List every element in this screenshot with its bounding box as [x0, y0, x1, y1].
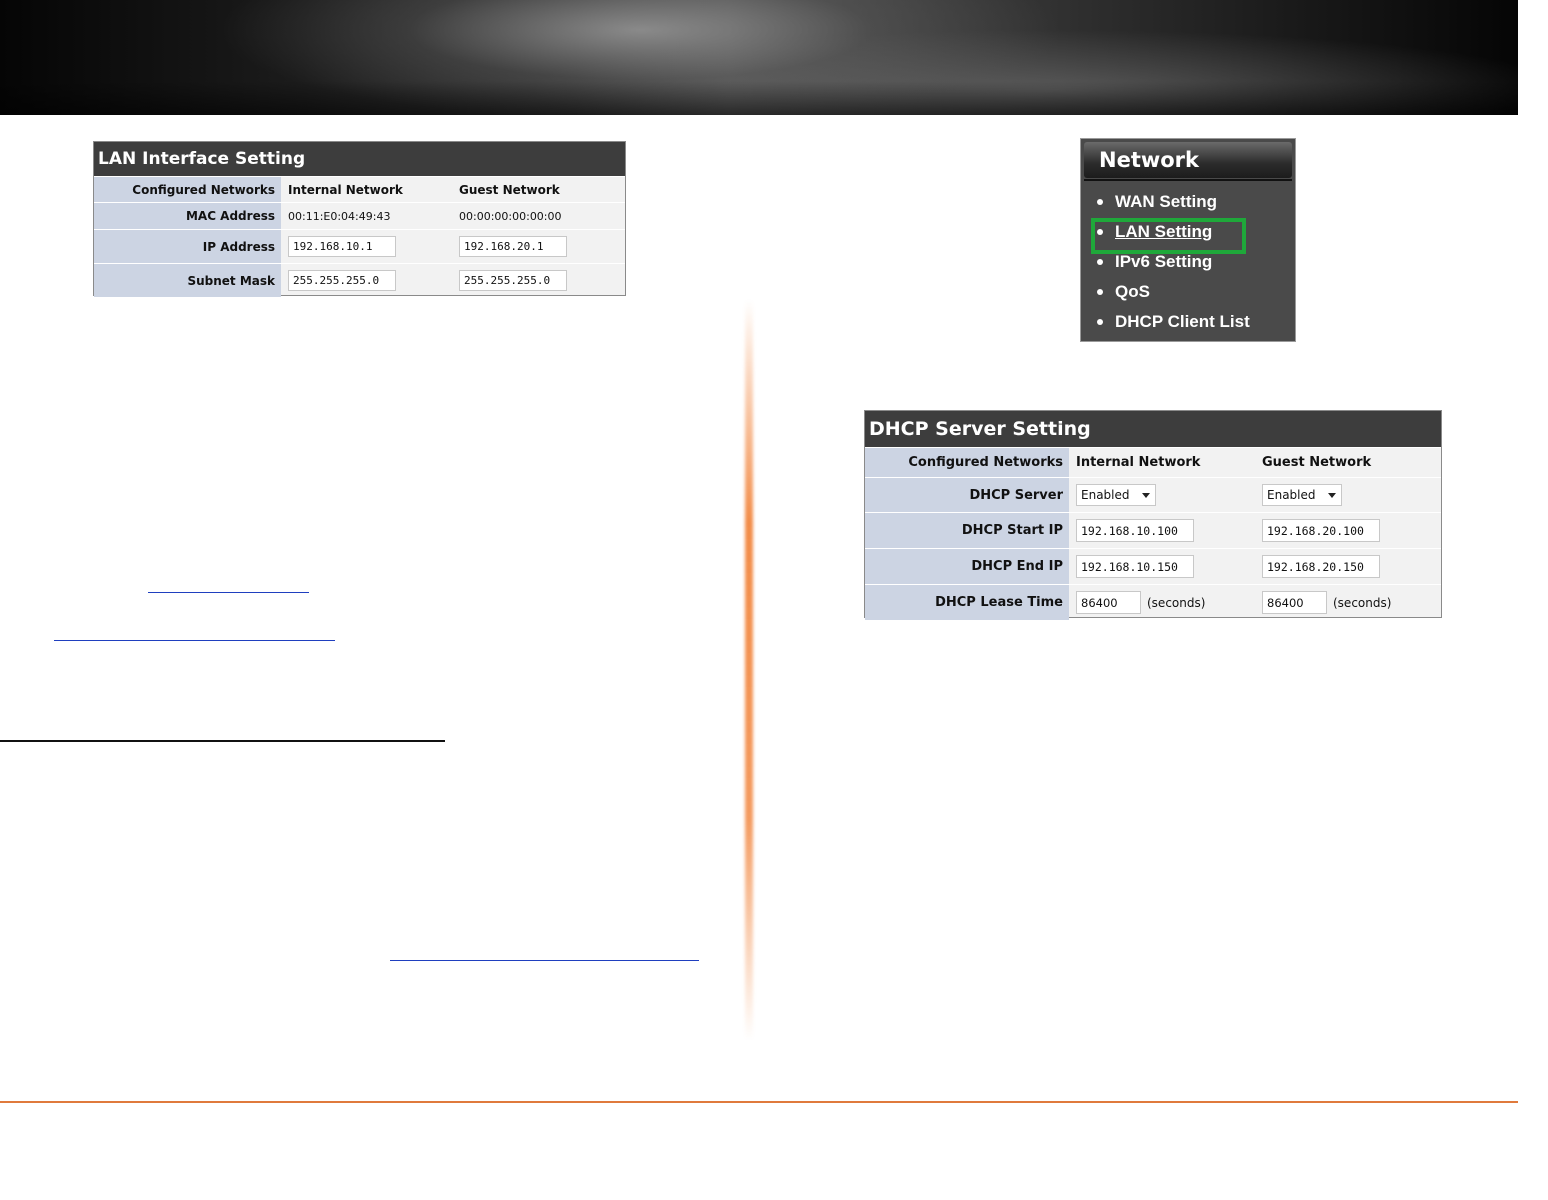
menu-item-label: LAN Setting [1115, 222, 1213, 241]
menu-item-lan-setting[interactable]: LAN Setting [1097, 222, 1212, 242]
bullet-icon [1097, 319, 1103, 325]
dhcp-lease-time-guest-cell: 86400 (seconds) [1255, 591, 1439, 614]
table-row: DHCP Lease Time 86400 (seconds) 86400 (s… [865, 584, 1441, 620]
chevron-down-icon [1142, 492, 1150, 498]
dhcp-server-setting-table: DHCP Server Setting Configured Networks … [864, 410, 1442, 620]
dhcp-lease-time-guest-input[interactable]: 86400 [1262, 591, 1327, 614]
row-label: Configured Networks [94, 177, 281, 202]
chevron-down-icon [1328, 492, 1336, 498]
ip-address-internal-cell: 192.168.10.1 [281, 236, 452, 257]
footer-rule [0, 1101, 1518, 1103]
dhcp-start-ip-guest-cell: 192.168.20.100 [1255, 519, 1439, 542]
row-label: Subnet Mask [94, 264, 281, 297]
dhcp-lease-time-internal-cell: 86400 (seconds) [1069, 591, 1255, 614]
lease-time-unit: (seconds) [1333, 595, 1392, 610]
dhcp-start-ip-internal-cell: 192.168.10.100 [1069, 519, 1255, 542]
select-value: Enabled [1081, 488, 1130, 502]
top-banner [0, 0, 1518, 115]
lan-table-title: LAN Interface Setting [94, 142, 625, 176]
table-row: DHCP Start IP 192.168.10.100 192.168.20.… [865, 512, 1441, 548]
section-rule [0, 740, 445, 742]
dhcp-lease-time-internal-input[interactable]: 86400 [1076, 591, 1141, 614]
lan-interface-setting-table: LAN Interface Setting Configured Network… [93, 141, 626, 297]
table-row: DHCP End IP 192.168.10.150 192.168.20.15… [865, 548, 1441, 584]
menu-item-label: IPv6 Setting [1115, 252, 1213, 271]
dhcp-start-ip-internal-input[interactable]: 192.168.10.100 [1076, 519, 1194, 542]
dhcp-server-guest-select[interactable]: Enabled [1262, 484, 1342, 506]
subnet-mask-guest-cell: 255.255.255.0 [452, 270, 623, 291]
subnet-mask-guest-input[interactable]: 255.255.255.0 [459, 270, 567, 291]
menu-item-dhcp-client-list[interactable]: DHCP Client List [1097, 312, 1250, 332]
mac-address-guest: 00:00:00:00:00:00 [459, 209, 562, 223]
column-header-internal: Internal Network [288, 182, 403, 197]
row-label: DHCP Start IP [865, 513, 1069, 548]
menu-item-wan-setting[interactable]: WAN Setting [1097, 192, 1217, 212]
ip-address-guest-input[interactable]: 192.168.20.1 [459, 236, 567, 257]
row-label: MAC Address [94, 203, 281, 229]
table-row: DHCP Server Enabled Enabled [865, 477, 1441, 512]
network-menu: Network WAN Setting LAN Setting IPv6 Set… [1080, 138, 1296, 342]
dhcp-server-guest-cell: Enabled [1255, 484, 1439, 506]
column-header-guest: Guest Network [1262, 455, 1372, 470]
menu-item-ipv6-setting[interactable]: IPv6 Setting [1097, 252, 1212, 272]
lease-time-unit: (seconds) [1147, 595, 1206, 610]
bullet-icon [1097, 259, 1103, 265]
dhcp-end-ip-guest-cell: 192.168.20.150 [1255, 555, 1439, 578]
select-value: Enabled [1267, 488, 1316, 502]
row-label: DHCP End IP [865, 549, 1069, 584]
table-row: Configured Networks Internal Network Gue… [94, 176, 625, 202]
ip-address-guest-cell: 192.168.20.1 [452, 236, 623, 257]
menu-item-label: DHCP Client List [1115, 312, 1250, 331]
bullet-icon [1097, 289, 1103, 295]
table-row: IP Address 192.168.10.1 192.168.20.1 [94, 229, 625, 263]
dhcp-server-internal-select[interactable]: Enabled [1076, 484, 1156, 506]
row-label: IP Address [94, 230, 281, 263]
row-label: DHCP Server [865, 478, 1069, 512]
dhcp-start-ip-guest-input[interactable]: 192.168.20.100 [1262, 519, 1380, 542]
link-underline [148, 592, 309, 593]
table-row: Configured Networks Internal Network Gue… [865, 447, 1441, 477]
network-menu-title: Network [1084, 142, 1292, 181]
row-label: DHCP Lease Time [865, 585, 1069, 620]
mac-address-internal: 00:11:E0:04:49:43 [288, 209, 391, 223]
column-divider [745, 300, 753, 1040]
dhcp-table-title: DHCP Server Setting [865, 411, 1441, 447]
menu-item-label: QoS [1115, 282, 1150, 301]
menu-item-label: WAN Setting [1115, 192, 1217, 211]
dhcp-end-ip-internal-input[interactable]: 192.168.10.150 [1076, 555, 1194, 578]
column-header-guest: Guest Network [459, 182, 560, 197]
dhcp-end-ip-guest-input[interactable]: 192.168.20.150 [1262, 555, 1380, 578]
link-underline [390, 960, 699, 961]
row-label: Configured Networks [865, 448, 1069, 477]
bullet-icon [1097, 199, 1103, 205]
bullet-icon [1097, 229, 1103, 235]
subnet-mask-internal-cell: 255.255.255.0 [281, 270, 452, 291]
table-row: Subnet Mask 255.255.255.0 255.255.255.0 [94, 263, 625, 297]
dhcp-end-ip-internal-cell: 192.168.10.150 [1069, 555, 1255, 578]
subnet-mask-internal-input[interactable]: 255.255.255.0 [288, 270, 396, 291]
table-row: MAC Address 00:11:E0:04:49:43 00:00:00:0… [94, 202, 625, 229]
link-underline [54, 640, 335, 641]
ip-address-internal-input[interactable]: 192.168.10.1 [288, 236, 396, 257]
menu-item-qos[interactable]: QoS [1097, 282, 1150, 302]
column-header-internal: Internal Network [1076, 455, 1201, 470]
dhcp-server-internal-cell: Enabled [1069, 484, 1255, 506]
